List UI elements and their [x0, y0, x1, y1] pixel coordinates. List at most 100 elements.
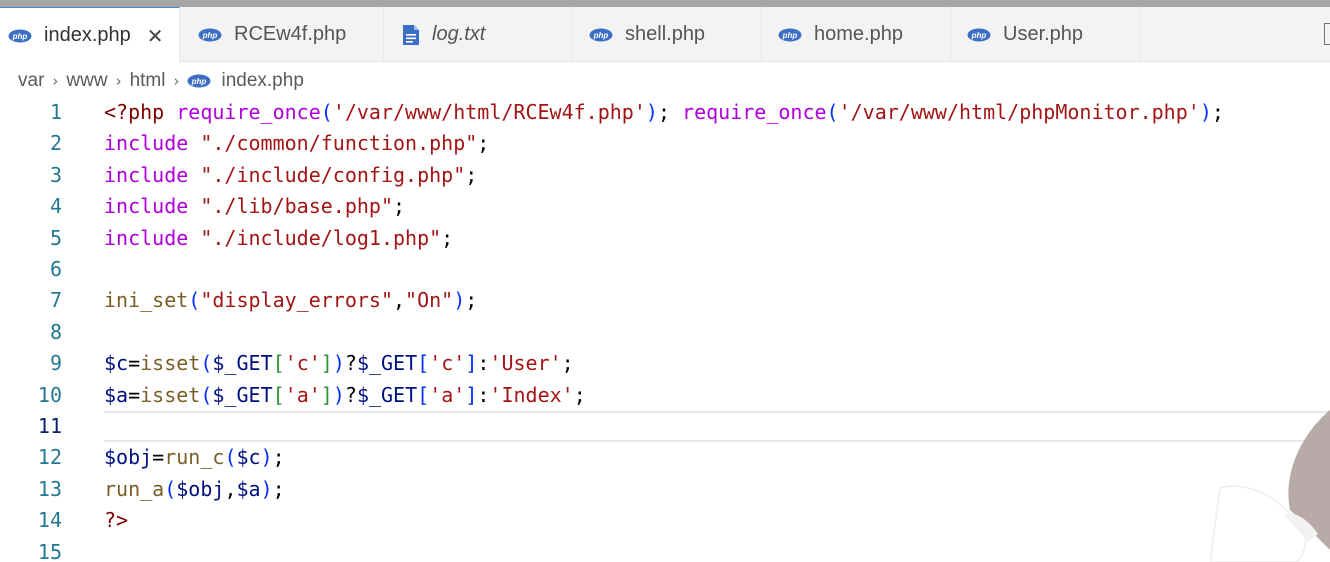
code-token: ( — [320, 100, 333, 124]
code-token: require_once — [176, 100, 321, 124]
code-token: ini_set — [104, 288, 189, 312]
tab-label: RCEw4f.php — [234, 23, 347, 45]
code-token: ?> — [104, 508, 129, 532]
breadcrumb: var › www › html › php index.php — [18, 68, 304, 94]
code-token: $obj — [104, 445, 153, 469]
svg-text:php: php — [12, 32, 28, 41]
code-token: "./common/function.php" — [200, 131, 478, 155]
tab-log-txt[interactable]: log.txt — [384, 7, 573, 62]
code-token: include — [104, 163, 189, 187]
code-token: ? — [344, 383, 357, 407]
php-icon: php — [589, 28, 613, 42]
line-number: 4 — [49, 194, 62, 218]
code-token: ( — [826, 100, 839, 124]
svg-text:php: php — [593, 31, 609, 40]
code-line[interactable]: $c=isset($_GET['c'])?$_GET['c']:'User'; — [104, 348, 574, 379]
code-token: ) — [260, 477, 273, 501]
tab-shell-php[interactable]: php shell.php — [573, 7, 762, 62]
breadcrumb-segment-html[interactable]: html — [130, 70, 166, 92]
code-token: $c — [236, 445, 261, 469]
code-token: $obj — [176, 477, 225, 501]
tab-label: log.txt — [432, 23, 486, 45]
code-token: $_GET — [356, 383, 418, 407]
code-token: isset — [140, 351, 201, 375]
tab-rcew4f-php[interactable]: php RCEw4f.php — [180, 7, 384, 62]
php-icon: php — [8, 29, 32, 43]
code-line[interactable]: include "./include/config.php"; — [104, 160, 477, 191]
code-line[interactable]: ini_set("display_errors","On"); — [104, 285, 477, 316]
code-token: "On" — [405, 288, 454, 312]
code-line[interactable]: ?> — [104, 505, 128, 536]
code-token: ; — [1211, 100, 1224, 124]
code-token: 'a' — [429, 383, 466, 407]
code-line[interactable]: include "./include/log1.php"; — [104, 223, 453, 254]
code-token: ; — [441, 226, 454, 250]
code-token: "display_errors" — [200, 288, 393, 312]
code-token: ; — [465, 163, 478, 187]
breadcrumb-file[interactable]: index.php — [221, 70, 303, 92]
code-token: ) — [453, 288, 466, 312]
code-token: ; — [272, 445, 285, 469]
line-number: 14 — [37, 508, 62, 532]
tab-home-php[interactable]: php home.php — [762, 7, 951, 62]
split-editor-icon[interactable] — [1324, 23, 1330, 45]
code-token: ) — [332, 383, 345, 407]
code-token: include — [104, 194, 189, 218]
line-number: 2 — [49, 131, 62, 155]
line-number: 8 — [49, 320, 62, 344]
code-token: ; — [393, 194, 406, 218]
code-token: $c — [104, 351, 129, 375]
tab-label: User.php — [1003, 23, 1084, 45]
code-token: , — [393, 288, 406, 312]
breadcrumb-segment-var[interactable]: var — [18, 70, 44, 92]
tab-label: shell.php — [625, 23, 706, 45]
tab-label: home.php — [814, 23, 903, 45]
code-line[interactable]: include "./common/function.php"; — [104, 128, 489, 159]
line-number: 5 — [49, 226, 62, 250]
code-token: 'c' — [429, 351, 466, 375]
code-token: 'Index' — [489, 383, 574, 407]
line-number: 9 — [49, 351, 62, 375]
code-token: $_GET — [212, 351, 273, 375]
code-token: , — [224, 477, 237, 501]
code-line[interactable]: run_a($obj,$a); — [104, 474, 285, 505]
code-token: "./include/log1.php" — [200, 226, 442, 250]
code-line[interactable]: include "./lib/base.php"; — [104, 191, 405, 222]
code-token: run_a — [104, 477, 165, 501]
code-token: ] — [465, 351, 478, 375]
code-token: = — [128, 383, 141, 407]
code-editor[interactable]: 1 <?php require_once('/var/www/html/RCEw4… — [0, 96, 1330, 562]
svg-text:php: php — [202, 31, 218, 40]
code-token: ; — [573, 383, 586, 407]
php-icon: php — [967, 28, 991, 42]
line-number: 3 — [49, 163, 62, 187]
tab-user-php[interactable]: php User.php — [951, 7, 1140, 62]
code-token: require_once — [682, 100, 827, 124]
code-token: ( — [188, 288, 201, 312]
code-line[interactable]: <?php require_once('/var/www/html/RCEw4f… — [104, 97, 1224, 128]
breadcrumb-segment-www[interactable]: www — [66, 70, 107, 92]
code-token: ; — [561, 351, 574, 375]
code-token: : — [477, 351, 490, 375]
line-number: 7 — [49, 288, 62, 312]
code-token: ; — [272, 477, 285, 501]
code-token: ] — [320, 383, 333, 407]
line-number: 6 — [49, 257, 62, 281]
code-line[interactable]: $obj=run_c($c); — [104, 442, 285, 473]
close-icon[interactable]: ✕ — [147, 24, 164, 48]
window-top-strip — [0, 0, 1330, 7]
code-token: ( — [200, 351, 213, 375]
tab-label: index.php — [44, 24, 131, 46]
code-token: $_GET — [356, 351, 418, 375]
code-line[interactable]: $a=isset($_GET['a'])?$_GET['a']:'Index'; — [104, 380, 586, 411]
code-token: = — [152, 445, 165, 469]
tab-index-php[interactable]: php index.php ✕ — [0, 7, 180, 63]
code-token: "./include/config.php" — [200, 163, 466, 187]
chevron-right-icon: › — [173, 72, 180, 90]
code-token: ) — [1199, 100, 1212, 124]
svg-text:php: php — [782, 31, 798, 40]
code-token: = — [128, 351, 141, 375]
